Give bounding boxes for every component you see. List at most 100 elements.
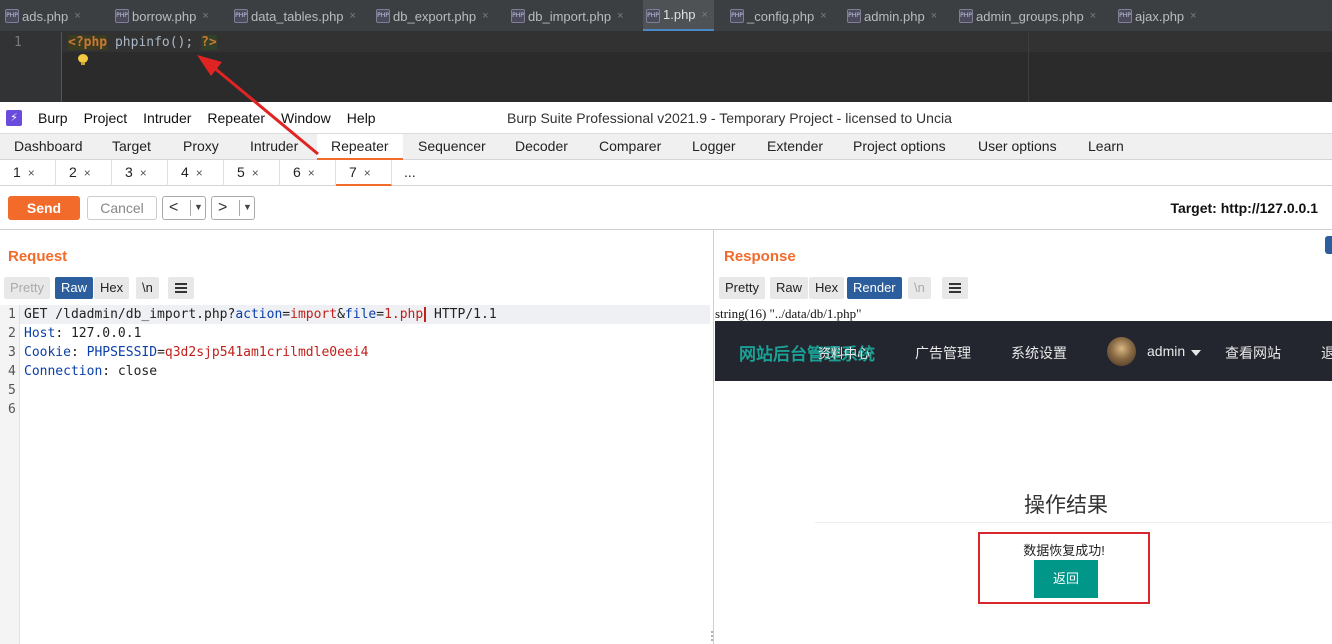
close-icon[interactable]: ×	[702, 9, 708, 21]
repeater-tab-4[interactable]: 4 ×	[168, 160, 224, 186]
ide-tab-admin-groups-php[interactable]: PHP admin_groups.php ×	[956, 0, 1102, 31]
response-view-newline[interactable]: \n	[908, 277, 931, 299]
chevron-down-icon[interactable]: ▼	[194, 202, 203, 212]
nav-item-view-site[interactable]: 查看网站	[1225, 343, 1281, 363]
close-icon[interactable]: ×	[308, 166, 315, 180]
lightbulb-icon[interactable]	[78, 54, 88, 66]
ide-tab-ajax-php[interactable]: PHP ajax.php ×	[1115, 0, 1203, 31]
ide-tab--config-php[interactable]: PHP _config.php ×	[727, 0, 833, 31]
response-view-raw[interactable]: Raw	[770, 277, 809, 299]
repeater-tab-5[interactable]: 5 ×	[224, 160, 280, 186]
close-icon[interactable]: ×	[364, 166, 371, 180]
avatar[interactable]	[1107, 337, 1136, 366]
menu-burp[interactable]: Burp	[38, 102, 68, 134]
tab-sequencer[interactable]: Sequencer	[404, 134, 500, 160]
menu-help[interactable]: Help	[347, 102, 376, 134]
repeater-tab-7[interactable]: 7 ×	[336, 160, 392, 186]
ide-tab-data-tables-php[interactable]: PHP data_tables.php ×	[231, 0, 362, 31]
close-icon[interactable]: ×	[1090, 10, 1096, 22]
ide-code-editor[interactable]: <?php phpinfo(); ?>	[62, 32, 1332, 102]
menu-window[interactable]: Window	[281, 102, 331, 134]
nav-item-logout[interactable]: 退	[1321, 343, 1332, 363]
repeater-more-tabs[interactable]: ...	[392, 160, 432, 186]
chevron-down-icon[interactable]: ▼	[243, 202, 252, 212]
success-message: 数据恢复成功!	[1023, 543, 1105, 558]
send-button[interactable]: Send	[8, 196, 80, 220]
close-icon[interactable]: ×	[140, 166, 147, 180]
tab-user-options[interactable]: User options	[964, 134, 1071, 160]
close-icon[interactable]: ×	[196, 166, 203, 180]
repeater-tab-3[interactable]: 3 ×	[112, 160, 168, 186]
close-icon[interactable]: ×	[74, 10, 80, 22]
header-name: Connection	[24, 364, 103, 379]
menu-intruder[interactable]: Intruder	[143, 102, 191, 134]
param-separator: &	[337, 307, 345, 322]
close-icon[interactable]: ×	[482, 10, 488, 22]
ide-tab-1-php[interactable]: PHP 1.php ×	[643, 0, 714, 31]
response-menu-icon[interactable]	[942, 277, 968, 299]
user-menu[interactable]: admin	[1147, 343, 1185, 359]
inspector-toggle[interactable]	[1325, 236, 1332, 254]
request-line-2: Host: 127.0.0.1	[24, 326, 141, 341]
request-line-number: 2	[8, 326, 16, 341]
nav-item-settings[interactable]: 系统设置	[1011, 343, 1067, 363]
ide-tab-label: admin_groups.php	[976, 8, 1084, 24]
repeater-tab-label: 2	[69, 164, 77, 180]
close-icon[interactable]: ×	[617, 10, 623, 22]
ide-tab-admin-php[interactable]: PHP admin.php ×	[844, 0, 943, 31]
php-file-icon: PHP	[959, 9, 973, 23]
repeater-tab-1[interactable]: 1 ×	[0, 160, 56, 186]
ide-tab-ads-php[interactable]: PHP ads.php ×	[2, 0, 87, 31]
tab-target[interactable]: Target	[98, 134, 165, 160]
tab-intruder[interactable]: Intruder	[236, 134, 312, 160]
tab-comparer[interactable]: Comparer	[585, 134, 675, 160]
cancel-button[interactable]: Cancel	[87, 196, 157, 220]
close-icon[interactable]: ×	[84, 166, 91, 180]
target-label[interactable]: Target: http://127.0.0.1	[1170, 200, 1318, 216]
tab-dashboard[interactable]: Dashboard	[0, 134, 97, 160]
tab-learn[interactable]: Learn	[1074, 134, 1138, 160]
back-button[interactable]: 返回	[1034, 560, 1098, 598]
tab-proxy[interactable]: Proxy	[169, 134, 233, 160]
close-icon[interactable]: ×	[350, 10, 356, 22]
tab-decoder[interactable]: Decoder	[501, 134, 582, 160]
close-icon[interactable]: ×	[252, 166, 259, 180]
request-line-3: Cookie: PHPSESSID=q3d2sjp541am1crilmdle0…	[24, 345, 368, 360]
close-icon[interactable]: ×	[1190, 10, 1196, 22]
repeater-tab-6[interactable]: 6 ×	[280, 160, 336, 186]
tab-project-options[interactable]: Project options	[839, 134, 960, 160]
repeater-tab-2[interactable]: 2 ×	[56, 160, 112, 186]
request-view-newline[interactable]: \n	[136, 277, 159, 299]
nav-item-data-center[interactable]: 资料中心	[818, 343, 870, 362]
close-icon[interactable]: ×	[202, 10, 208, 22]
request-editor[interactable]: 1 2 3 4 5 6 GET /ldadmin/db_import.php?action…	[0, 305, 710, 644]
menu-repeater[interactable]: Repeater	[207, 102, 265, 134]
back-history-button[interactable]: < ▼	[162, 196, 206, 220]
tab-logger[interactable]: Logger	[678, 134, 750, 160]
main-tab-bar: Dashboard Target Proxy Intruder Repeater Sequ…	[0, 134, 1332, 160]
request-menu-icon[interactable]	[168, 277, 194, 299]
tab-repeater[interactable]: Repeater	[317, 134, 403, 160]
pane-divider[interactable]	[713, 230, 714, 644]
header-value: : 127.0.0.1	[55, 326, 142, 341]
close-icon[interactable]: ×	[820, 10, 826, 22]
close-icon[interactable]: ×	[931, 10, 937, 22]
request-view-hex[interactable]: Hex	[94, 277, 130, 299]
response-view-render[interactable]: Render	[847, 277, 902, 299]
response-view-hex[interactable]: Hex	[809, 277, 845, 299]
request-title: Request	[8, 248, 68, 265]
tab-extender[interactable]: Extender	[753, 134, 837, 160]
request-view-pretty[interactable]: Pretty	[4, 277, 50, 299]
response-view-pretty[interactable]: Pretty	[719, 277, 765, 299]
request-view-raw[interactable]: Raw	[55, 277, 94, 299]
burp-logo-icon: ⚡	[6, 110, 22, 126]
close-icon[interactable]: ×	[28, 166, 35, 180]
nav-item-ads[interactable]: 广告管理	[915, 343, 971, 363]
ide-tab-borrow-php[interactable]: PHP borrow.php ×	[112, 0, 215, 31]
ide-tab-db-export-php[interactable]: PHP db_export.php ×	[373, 0, 495, 31]
caret-down-icon[interactable]	[1191, 350, 1201, 356]
repeater-toolbar: Send Cancel < ▼ > ▼ Target: http://127.0…	[0, 186, 1332, 230]
forward-history-button[interactable]: > ▼	[211, 196, 255, 220]
ide-tab-db-import-php[interactable]: PHP db_import.php ×	[508, 0, 630, 31]
menu-project[interactable]: Project	[84, 102, 128, 134]
